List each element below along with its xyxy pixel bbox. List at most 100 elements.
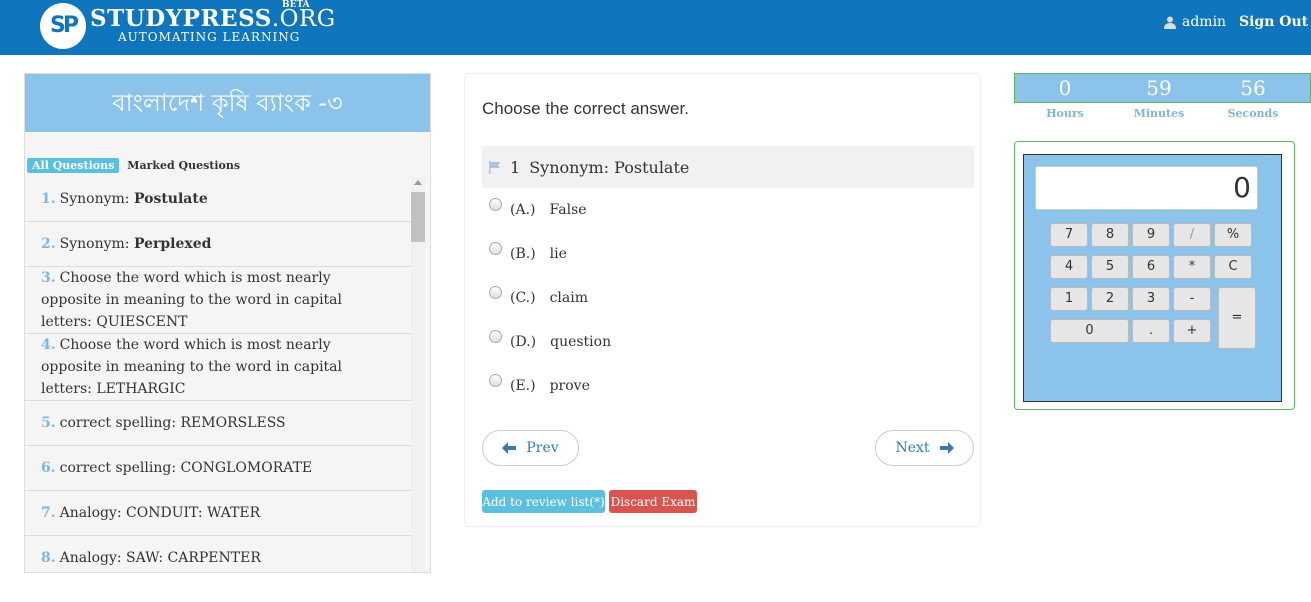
question-number: 2. (41, 236, 56, 252)
question-list: 1. Synonym: Postulate 2. Synonym: Perplexe… (25, 177, 411, 572)
question-tabs: All Questions Marked Questions (27, 158, 240, 173)
question-keyword: Perplexed (133, 236, 212, 252)
question-instruction: Choose the correct answer. (482, 99, 689, 118)
list-item[interactable]: 7. Analogy: CONDUIT: WATER (25, 491, 411, 536)
tab-marked-questions[interactable]: Marked Questions (127, 159, 240, 172)
question-number: 5. (41, 415, 56, 431)
calculator-panel: 0 7 8 9 / % 4 5 6 * C 1 2 3 - 0 . + = (1014, 141, 1295, 410)
option-radio[interactable] (489, 329, 502, 343)
option-c[interactable]: (C.) claim (489, 285, 589, 306)
user-icon (1164, 16, 1176, 29)
option-d[interactable]: (D.) question (489, 329, 612, 350)
question-text: Analogy: SAW: CARPENTER (59, 550, 261, 566)
next-button[interactable]: Next (875, 430, 974, 466)
option-text: question (550, 334, 612, 350)
timer-minutes-label: Minutes (1133, 107, 1185, 120)
timer-seconds-label: Seconds (1227, 107, 1279, 120)
calc-key-2[interactable]: 2 (1091, 287, 1129, 311)
calc-key-1[interactable]: 1 (1050, 287, 1088, 311)
flag-icon[interactable] (488, 160, 502, 174)
list-item[interactable]: 1. Synonym: Postulate (25, 177, 411, 222)
question-text: Choose the word which is most nearly opp… (41, 270, 342, 330)
username: admin (1182, 14, 1227, 30)
list-item[interactable]: 6. correct spelling: CONGLOMORATE (25, 446, 411, 491)
option-b[interactable]: (B.) lie (489, 241, 567, 262)
option-radio[interactable] (489, 197, 502, 211)
question-number: 1. (41, 191, 56, 207)
logo-name-text: STUDYPRESS (90, 5, 272, 32)
question-number: 3. (41, 270, 56, 286)
question-number: 6. (41, 460, 56, 476)
option-text: claim (549, 290, 589, 306)
exam-title: বাংলাদেশ কৃষি ব্যাংক -৩ (25, 74, 430, 132)
option-radio[interactable] (489, 373, 502, 387)
prev-button[interactable]: Prev (482, 430, 579, 466)
option-a[interactable]: (A.) False (489, 197, 587, 218)
calc-key-9[interactable]: 9 (1132, 223, 1170, 247)
calc-key-multiply[interactable]: * (1173, 255, 1211, 279)
option-text: False (549, 202, 587, 218)
next-label: Next (895, 440, 930, 456)
question-list-scrollbar[interactable] (411, 177, 425, 572)
question-text: Choose the word which is most nearly opp… (41, 337, 342, 397)
option-label: (E.) (510, 378, 536, 394)
option-e[interactable]: (E.) prove (489, 373, 590, 394)
question-card: Choose the correct answer. 1 Synonym: Po… (464, 73, 981, 527)
calc-key-8[interactable]: 8 (1091, 223, 1129, 247)
question-text: Synonym: (59, 236, 134, 252)
calc-key-plus[interactable]: + (1173, 319, 1211, 343)
logo-tagline: AUTOMATING LEARNING (118, 30, 301, 44)
current-question-text: Synonym: Postulate (529, 157, 690, 177)
calc-key-percent[interactable]: % (1214, 223, 1252, 247)
arrow-left-icon (502, 442, 517, 454)
option-label: (D.) (510, 334, 537, 350)
discard-exam-button[interactable]: Discard Exam (609, 490, 697, 513)
question-number: 8. (41, 550, 56, 566)
option-text: prove (549, 378, 590, 394)
timer-hours: 0 (1058, 76, 1072, 100)
list-item[interactable]: 4. Choose the word which is most nearly o… (25, 334, 411, 401)
calc-key-clear[interactable]: C (1214, 255, 1252, 279)
calc-key-7[interactable]: 7 (1050, 223, 1088, 247)
option-label: (B.) (510, 246, 536, 262)
exam-timer: 0 59 56 (1014, 73, 1311, 103)
logo-mark: SP (40, 3, 86, 49)
prev-label: Prev (526, 440, 559, 456)
calculator: 0 7 8 9 / % 4 5 6 * C 1 2 3 - 0 . + = (1023, 154, 1282, 402)
question-text: correct spelling: REMORSLESS (59, 415, 286, 431)
current-question-number: 1 (510, 157, 521, 177)
scroll-up-arrow-icon[interactable] (414, 180, 422, 185)
calc-key-equals[interactable]: = (1218, 287, 1256, 349)
calc-key-decimal[interactable]: . (1132, 319, 1170, 343)
scroll-thumb[interactable] (411, 192, 425, 242)
user-menu[interactable]: admin (1164, 14, 1226, 30)
question-text: Synonym: (59, 191, 134, 207)
question-number: 7. (41, 505, 56, 521)
calc-key-6[interactable]: 6 (1132, 255, 1170, 279)
studypress-logo[interactable]: SP STUDYPRESS.ORG BETA AUTOMATING LEARNI… (40, 0, 335, 49)
calc-key-3[interactable]: 3 (1132, 287, 1170, 311)
add-to-review-button[interactable]: Add to review list(*) (482, 490, 605, 513)
tab-all-questions[interactable]: All Questions (27, 158, 120, 173)
timer-hours-label: Hours (1046, 107, 1084, 120)
list-item[interactable]: 3. Choose the word which is most nearly o… (25, 267, 411, 334)
question-list-panel: বাংলাদেশ কৃষি ব্যাংক -৩ All Questions Ma… (24, 73, 431, 573)
option-radio[interactable] (489, 285, 502, 299)
calc-key-4[interactable]: 4 (1050, 255, 1088, 279)
arrow-right-icon (939, 442, 954, 454)
calc-key-5[interactable]: 5 (1091, 255, 1129, 279)
calc-key-0[interactable]: 0 (1050, 319, 1129, 343)
list-item[interactable]: 8. Analogy: SAW: CARPENTER (25, 536, 411, 572)
list-item[interactable]: 2. Synonym: Perplexed (25, 222, 411, 267)
option-label: (A.) (510, 202, 536, 218)
timer-seconds: 56 (1240, 76, 1266, 100)
sign-out-link[interactable]: Sign Out (1239, 14, 1308, 30)
question-keyword: Postulate (133, 191, 208, 207)
calc-key-divide[interactable]: / (1173, 223, 1211, 247)
option-label: (C.) (510, 290, 536, 306)
list-item[interactable]: 5. correct spelling: REMORSLESS (25, 401, 411, 446)
timer-minutes: 59 (1146, 76, 1172, 100)
option-radio[interactable] (489, 241, 502, 255)
current-question: 1 Synonym: Postulate (482, 146, 974, 188)
calc-key-minus[interactable]: - (1173, 287, 1211, 311)
